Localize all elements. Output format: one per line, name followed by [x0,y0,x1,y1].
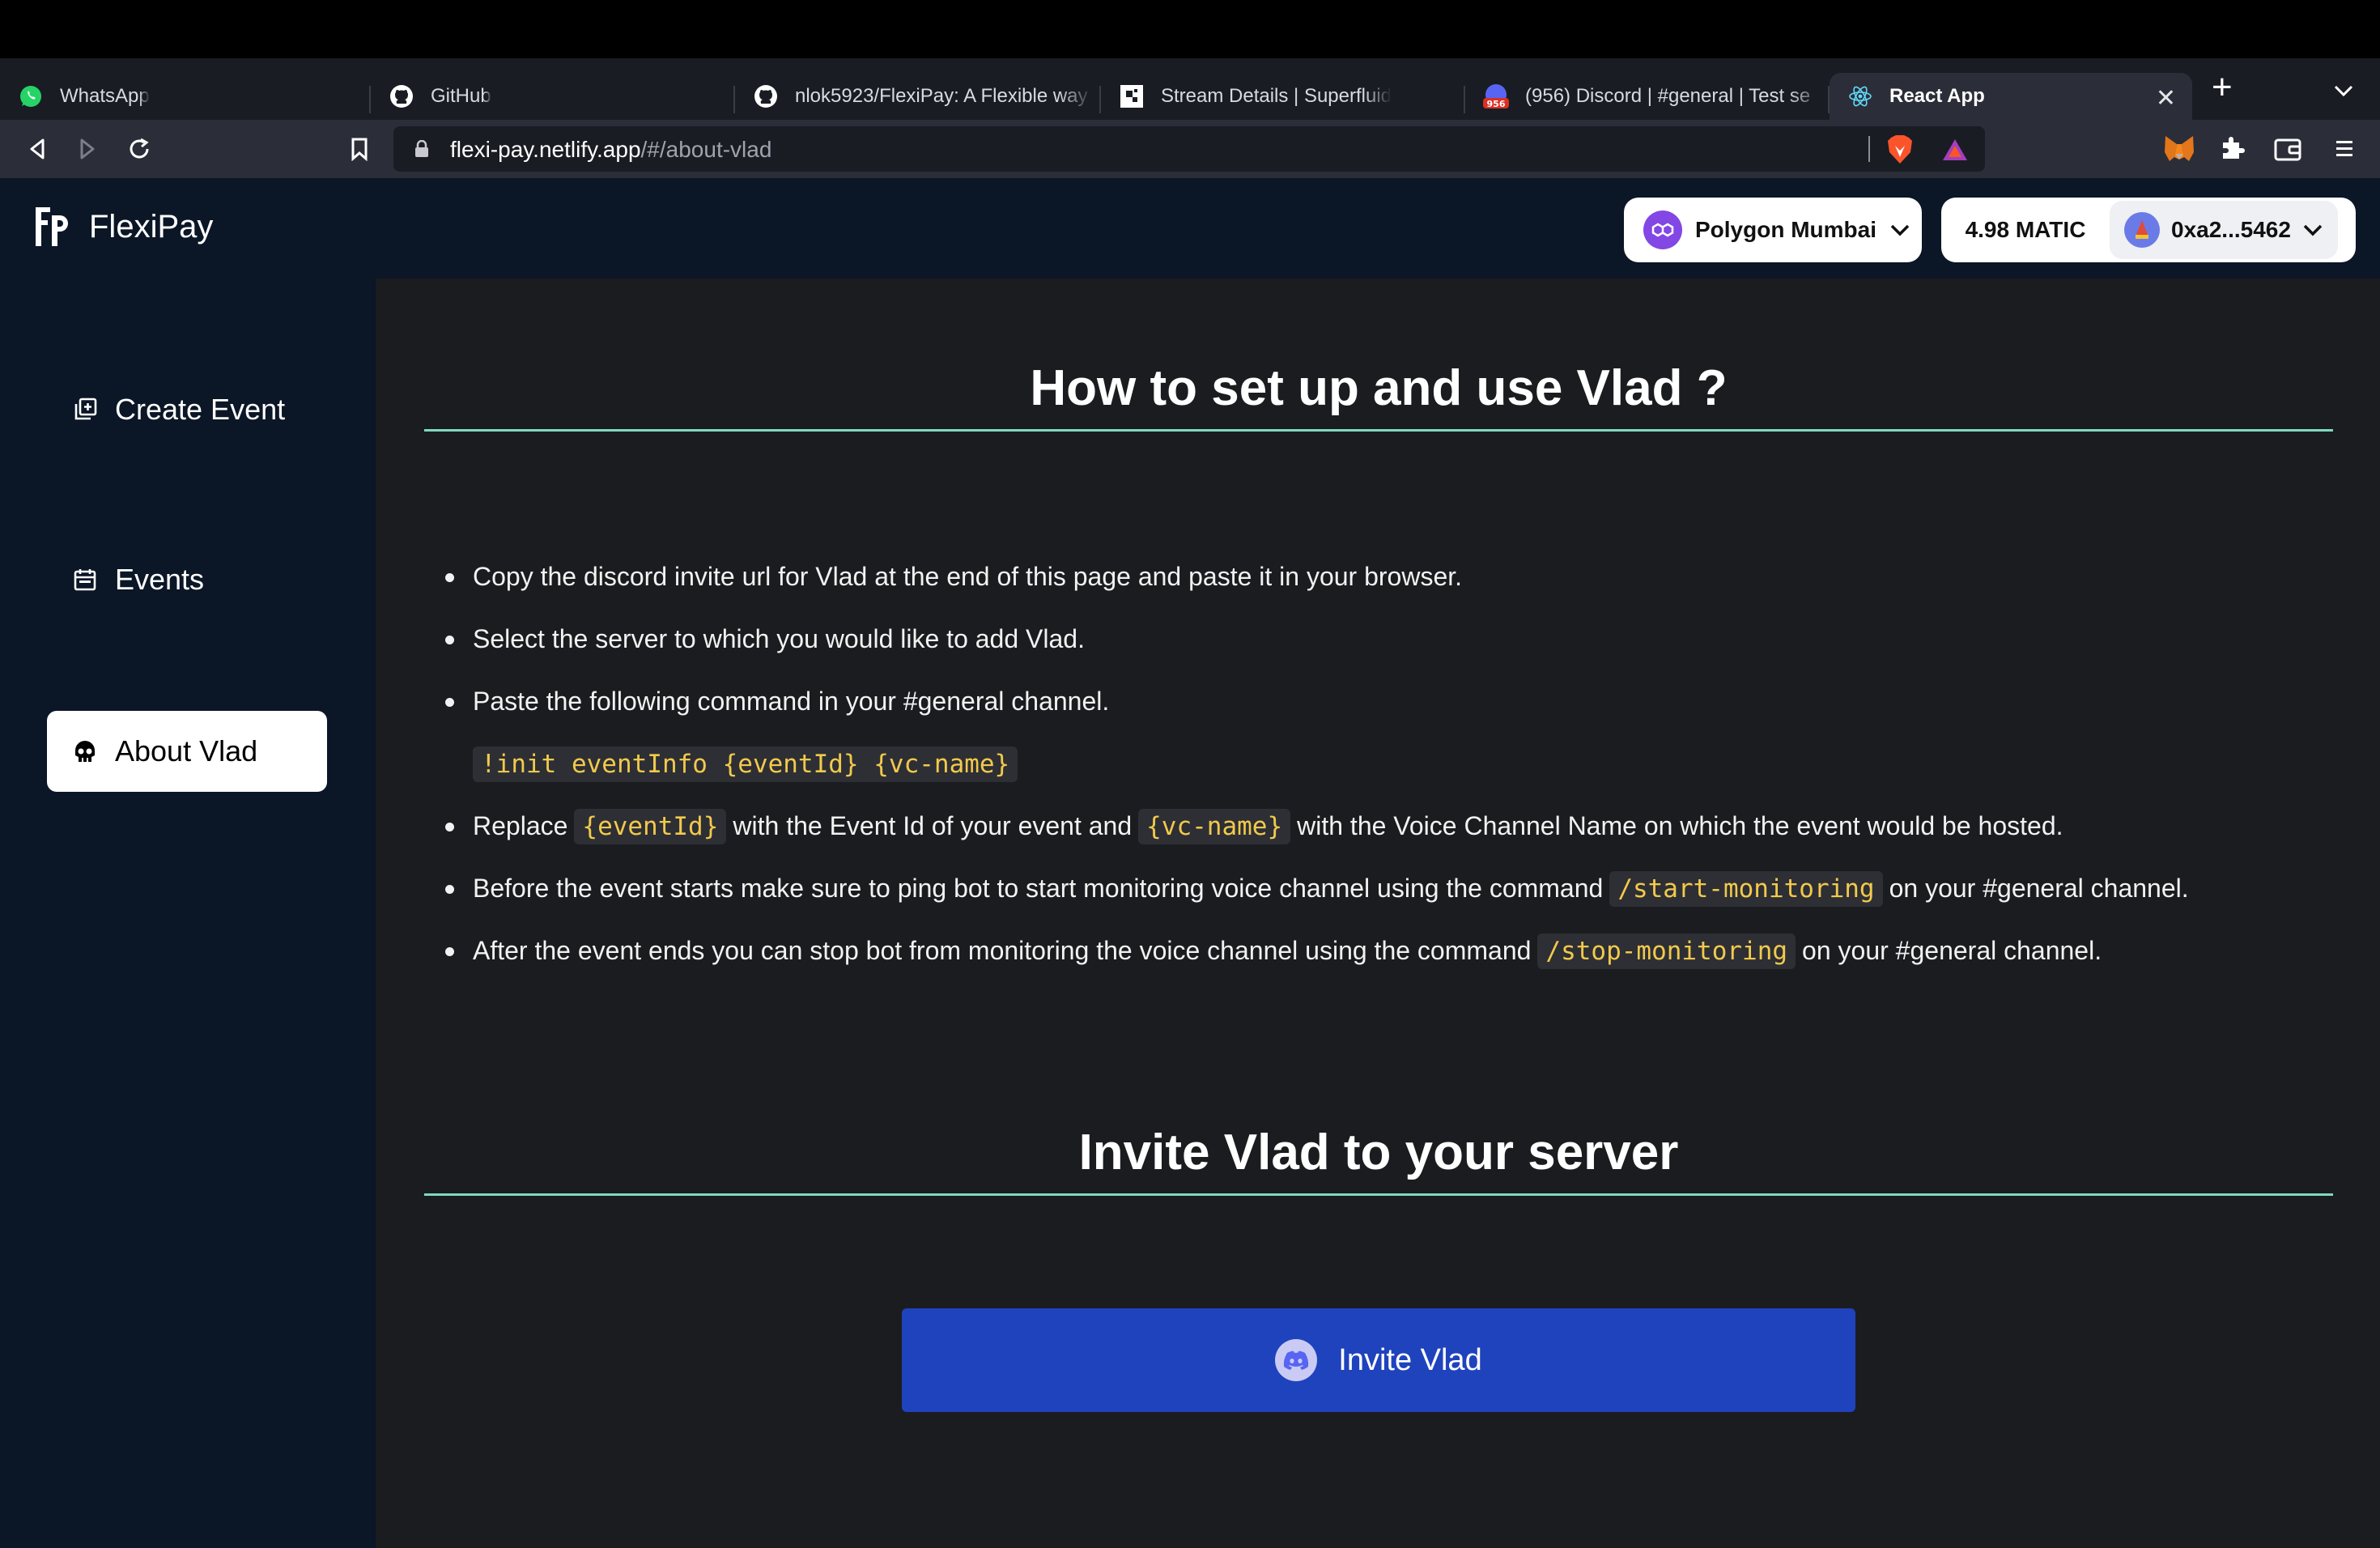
network-selector[interactable]: Polygon Mumbai [1624,198,1922,262]
brand-name: FlexiPay [89,208,214,245]
invite-title: Invite Vlad to your server [1078,1125,1679,1180]
tab-superfluid[interactable]: Stream Details | Superfluid [1101,73,1465,120]
calendar-icon [74,569,96,591]
app-header: FlexiPay Polygon Mumbai 4.98 MATIC 0xa2.… [0,178,2380,279]
account-address[interactable]: 0xa2...5462 [2110,201,2338,259]
tab-whatsapp[interactable]: WhatsApp [0,73,371,120]
command-line: !init eventInfo {eventId} {vc-name} [445,733,2340,795]
list-item: Paste the following command in your #gen… [445,670,2340,733]
menu-icon[interactable] [2333,138,2356,160]
bookmark-button[interactable] [342,131,377,167]
bookmark-icon [351,138,368,161]
invite-button-label: Invite Vlad [1338,1342,1482,1377]
tab-label: (956) Discord | #general | Test se [1525,85,1811,107]
init-command-code[interactable]: !init eventInfo {eventId} {vc-name} [473,746,1018,782]
brand-logo[interactable]: FlexiPay [32,204,213,249]
sidebar-item-label: Events [115,563,205,596]
forward-arrow-icon [80,138,95,159]
discord-icon [1275,1339,1318,1381]
vc-name-code[interactable]: {vc-name} [1138,808,1291,844]
superfluid-icon [1119,83,1145,109]
sidebar-item-label: Create Event [115,393,286,426]
setup-steps-list: Copy the discord invite url for Vlad at … [445,546,2340,982]
list-item: After the event ends you can stop bot fr… [445,920,2340,982]
browser-tab-strip: WhatsApp GitHub nlok5923/FlexiPay: A Fle… [0,58,2380,120]
tab-label: Stream Details | Superfluid [1161,85,1392,107]
sidebar-item-label: About Vlad [115,734,258,768]
discord-badge: 956 [1487,99,1506,109]
os-top-bar [0,0,2380,58]
brave-rewards-icon[interactable] [1941,138,1969,162]
back-arrow-icon [30,138,45,159]
lock-icon [415,140,428,157]
sidebar-item-about-vlad[interactable]: About Vlad [47,711,327,792]
brave-shield-icon[interactable] [1886,134,1914,165]
tab-label: nlok5923/FlexiPay: A Flexible way [795,85,1088,107]
setup-title-underline [424,429,2333,432]
skull-icon [75,741,95,762]
list-item: Replace {eventId} with the Event Id of y… [445,795,2340,857]
whatsapp-icon [18,83,44,109]
browser-toolbar: flexi-pay.netlify.app/#/about-vlad [0,120,2380,178]
metamask-icon[interactable] [2163,134,2195,164]
react-icon [1847,83,1873,109]
sidebar-item-events[interactable]: Events [47,539,327,620]
invite-vlad-button[interactable]: Invite Vlad [902,1308,1855,1412]
flexipay-logo-icon [36,207,68,246]
tab-github[interactable]: GitHub [371,73,735,120]
chevron-down-icon[interactable] [2333,83,2354,99]
chevron-down-icon [1890,224,1910,236]
tab-react-app[interactable]: React App ✕ [1830,73,2192,120]
sidebar: Create Event Events About Vlad [0,279,376,1548]
reload-button[interactable] [121,131,157,167]
tab-label: WhatsApp [60,85,150,107]
list-item: Before the event starts make sure to pin… [445,857,2340,920]
tab-flexipay-repo[interactable]: nlok5923/FlexiPay: A Flexible way [735,73,1101,120]
list-item: Select the server to which you would lik… [445,608,2340,670]
close-tab-icon[interactable]: ✕ [2156,84,2176,113]
balance: 4.98 MATIC [1965,217,2086,242]
github-icon [389,83,414,109]
invite-title-underline [424,1193,2333,1196]
list-item: Copy the discord invite url for Vlad at … [445,546,2340,608]
github-icon [753,83,779,109]
reload-icon [130,138,149,159]
tab-discord[interactable]: 956 (956) Discord | #general | Test se [1465,73,1830,120]
extensions-icon[interactable] [2218,134,2246,162]
polygon-icon [1643,211,1682,249]
network-name: Polygon Mumbai [1695,217,1876,242]
address-divider [1868,136,1870,162]
address-bar[interactable]: flexi-pay.netlify.app/#/about-vlad [393,126,1985,172]
wallet-icon[interactable] [2273,136,2302,162]
sidebar-item-create-event[interactable]: Create Event [47,369,327,450]
setup-title: How to set up and use Vlad ? [1030,360,1728,416]
forward-button[interactable] [70,131,105,167]
account-address-text: 0xa2...5462 [2171,217,2291,242]
new-tab-button[interactable]: + [2212,70,2233,105]
start-monitoring-code[interactable]: /start-monitoring [1609,870,1883,907]
avatar [2124,212,2160,248]
chevron-down-icon [2303,224,2323,236]
tab-label: React App [1889,85,1985,107]
add-box-icon [74,398,97,420]
account-button[interactable]: 4.98 MATIC 0xa2...5462 [1941,198,2356,262]
event-id-code[interactable]: {eventId} [574,808,727,844]
discord-icon: 956 [1483,83,1509,109]
back-button[interactable] [19,131,55,167]
main-content: How to set up and use Vlad ? Copy the di… [376,279,2380,1548]
tab-label: GitHub [431,85,491,107]
url-text: flexi-pay.netlify.app/#/about-vlad [450,137,772,162]
stop-monitoring-code[interactable]: /stop-monitoring [1537,933,1796,969]
